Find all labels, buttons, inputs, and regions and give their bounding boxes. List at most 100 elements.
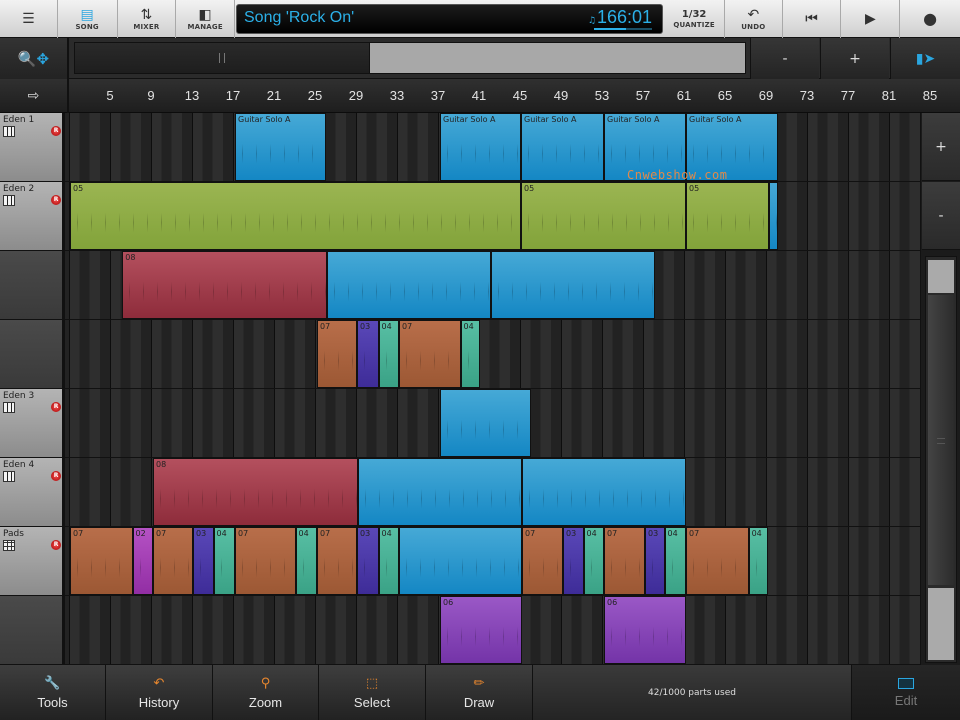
track-area[interactable]: Eden 1 R Guitar Solo A Guitar Solo A Guitar … [0, 113, 920, 665]
play-button[interactable]: ▶ [841, 0, 901, 38]
track-lane[interactable] [69, 389, 920, 457]
track-header[interactable] [0, 596, 65, 664]
add-track-button[interactable]: + [922, 113, 960, 181]
midi-part[interactable]: 07 [604, 527, 646, 595]
midi-part[interactable] [769, 182, 779, 250]
manage-view-button[interactable]: ◧ MANAGE [176, 0, 236, 38]
midi-part[interactable]: 07 [70, 527, 133, 595]
track-lane[interactable]: 05 05 05 [69, 182, 920, 250]
midi-part[interactable] [358, 458, 523, 526]
midi-part[interactable]: 05 [521, 182, 687, 250]
midi-part[interactable]: 04 [664, 527, 687, 595]
midi-part[interactable]: 04 [378, 527, 400, 595]
midi-part[interactable]: 06 [604, 596, 687, 664]
midi-part[interactable]: 03 [357, 527, 379, 595]
track-lane[interactable]: 07 02 07 03 04 07 04 07 03 04 07 03 04 07 03 04 07 04 [69, 527, 920, 595]
part-label: 05 [524, 184, 535, 193]
midi-part[interactable]: 07 [522, 527, 564, 595]
record-arm-button[interactable]: R [51, 540, 61, 550]
midi-part[interactable]: 07 [317, 320, 358, 388]
mixer-view-button[interactable]: ⇅ MIXER [118, 0, 177, 38]
track-name: Pads [3, 529, 24, 539]
midi-part[interactable]: 07 [153, 527, 194, 595]
edit-button[interactable]: Edit [852, 665, 960, 720]
track-header[interactable]: Pads R [0, 527, 65, 595]
midi-part[interactable]: 05 [70, 182, 522, 250]
midi-part[interactable] [522, 458, 687, 526]
midi-part[interactable]: 07 [317, 527, 358, 595]
midi-part[interactable]: 04 [748, 527, 769, 595]
rewind-button[interactable]: ⏮ [783, 0, 842, 38]
zoom-out-button[interactable]: - [750, 38, 819, 79]
midi-part[interactable]: Guitar Solo A [235, 113, 327, 181]
locator-button[interactable]: ⇨ [0, 79, 69, 113]
midi-part[interactable]: Guitar Solo A [440, 113, 522, 181]
midi-part[interactable]: 07 [235, 527, 296, 595]
ruler-tick: 49 [553, 88, 569, 103]
track-lane[interactable]: 08 [69, 251, 920, 319]
record-button[interactable]: ● [900, 0, 960, 38]
track-header[interactable] [0, 320, 65, 388]
midi-part[interactable]: 03 [563, 527, 584, 595]
scroll-down-cap[interactable] [928, 588, 954, 660]
midi-part[interactable] [491, 251, 656, 319]
midi-part[interactable] [327, 251, 492, 319]
record-arm-button[interactable]: R [51, 126, 61, 136]
vertical-scrollbar[interactable] [925, 256, 957, 663]
follow-playhead-button[interactable]: ▮➤ [890, 38, 960, 79]
track-header[interactable]: Eden 1 R [0, 113, 65, 181]
track-lane[interactable]: 07 03 04 07 04 [69, 320, 920, 388]
midi-part[interactable]: 08 [153, 458, 359, 526]
midi-part[interactable]: 04 [460, 320, 481, 388]
zoom-button[interactable]: ⚲ Zoom [213, 665, 319, 720]
record-arm-button[interactable]: R [51, 195, 61, 205]
midi-part[interactable]: 03 [193, 527, 214, 595]
midi-part[interactable]: 05 [686, 182, 770, 250]
ruler-tick: 13 [184, 88, 200, 103]
undo-button[interactable]: ↶ UNDO [725, 0, 783, 38]
undo-icon: ↶ [747, 6, 760, 23]
record-arm-button[interactable]: R [51, 471, 61, 481]
midi-part[interactable]: 03 [645, 527, 665, 595]
menu-button[interactable]: ☰ [0, 0, 58, 38]
midi-part[interactable] [399, 527, 523, 595]
midi-part[interactable]: 07 [686, 527, 749, 595]
remove-track-button[interactable]: - [922, 182, 960, 250]
track-header[interactable] [0, 251, 65, 319]
record-arm-button[interactable]: R [51, 402, 61, 412]
zoom-move-tool[interactable]: 🔍✥ [0, 38, 69, 79]
track-lane[interactable]: 06 06 [69, 596, 920, 664]
track-lane[interactable]: 08 [69, 458, 920, 526]
midi-part[interactable]: 07 [399, 320, 461, 388]
song-overview-scroller[interactable] [74, 42, 746, 74]
midi-part[interactable]: 03 [357, 320, 379, 388]
zoom-in-button[interactable]: + [820, 38, 889, 79]
overview-thumb[interactable] [75, 43, 370, 73]
track-header[interactable]: Eden 3 R [0, 389, 65, 457]
track-name: Eden 2 [3, 184, 35, 194]
quantize-button[interactable]: 1/32 QUANTIZE [664, 0, 725, 38]
track-header[interactable]: Eden 4 R [0, 458, 65, 526]
position-progress [594, 28, 652, 30]
scroll-up-cap[interactable] [928, 260, 954, 293]
midi-part[interactable]: 02 [132, 527, 154, 595]
song-view-button[interactable]: ▤ SONG [58, 0, 118, 38]
part-label: 04 [667, 529, 678, 538]
history-button[interactable]: ↶ History [106, 665, 213, 720]
midi-part[interactable]: 04 [583, 527, 605, 595]
piano-keys-icon [3, 471, 15, 482]
track-lane[interactable]: Guitar Solo A Guitar Solo A Guitar Solo A G… [69, 113, 920, 181]
draw-button[interactable]: ✏ Draw [426, 665, 533, 720]
track-header[interactable]: Eden 2 R [0, 182, 65, 250]
midi-part[interactable]: 04 [295, 527, 318, 595]
select-button[interactable]: ⬚ Select [319, 665, 426, 720]
tools-button[interactable]: 🔧 Tools [0, 665, 106, 720]
midi-part[interactable]: 04 [213, 527, 236, 595]
song-display[interactable]: Song 'Rock On' ♫ 166:01 [236, 4, 663, 34]
bar-ruler[interactable]: ⇨ 5 9 13 17 21 25 29 33 37 41 45 49 53 57 61 65 69 73 77 81… [0, 79, 960, 113]
midi-part[interactable]: 06 [440, 596, 523, 664]
midi-part[interactable]: 04 [378, 320, 400, 388]
midi-part[interactable]: Guitar Solo A [521, 113, 605, 181]
midi-part[interactable] [440, 389, 532, 457]
midi-part[interactable]: 08 [122, 251, 328, 319]
